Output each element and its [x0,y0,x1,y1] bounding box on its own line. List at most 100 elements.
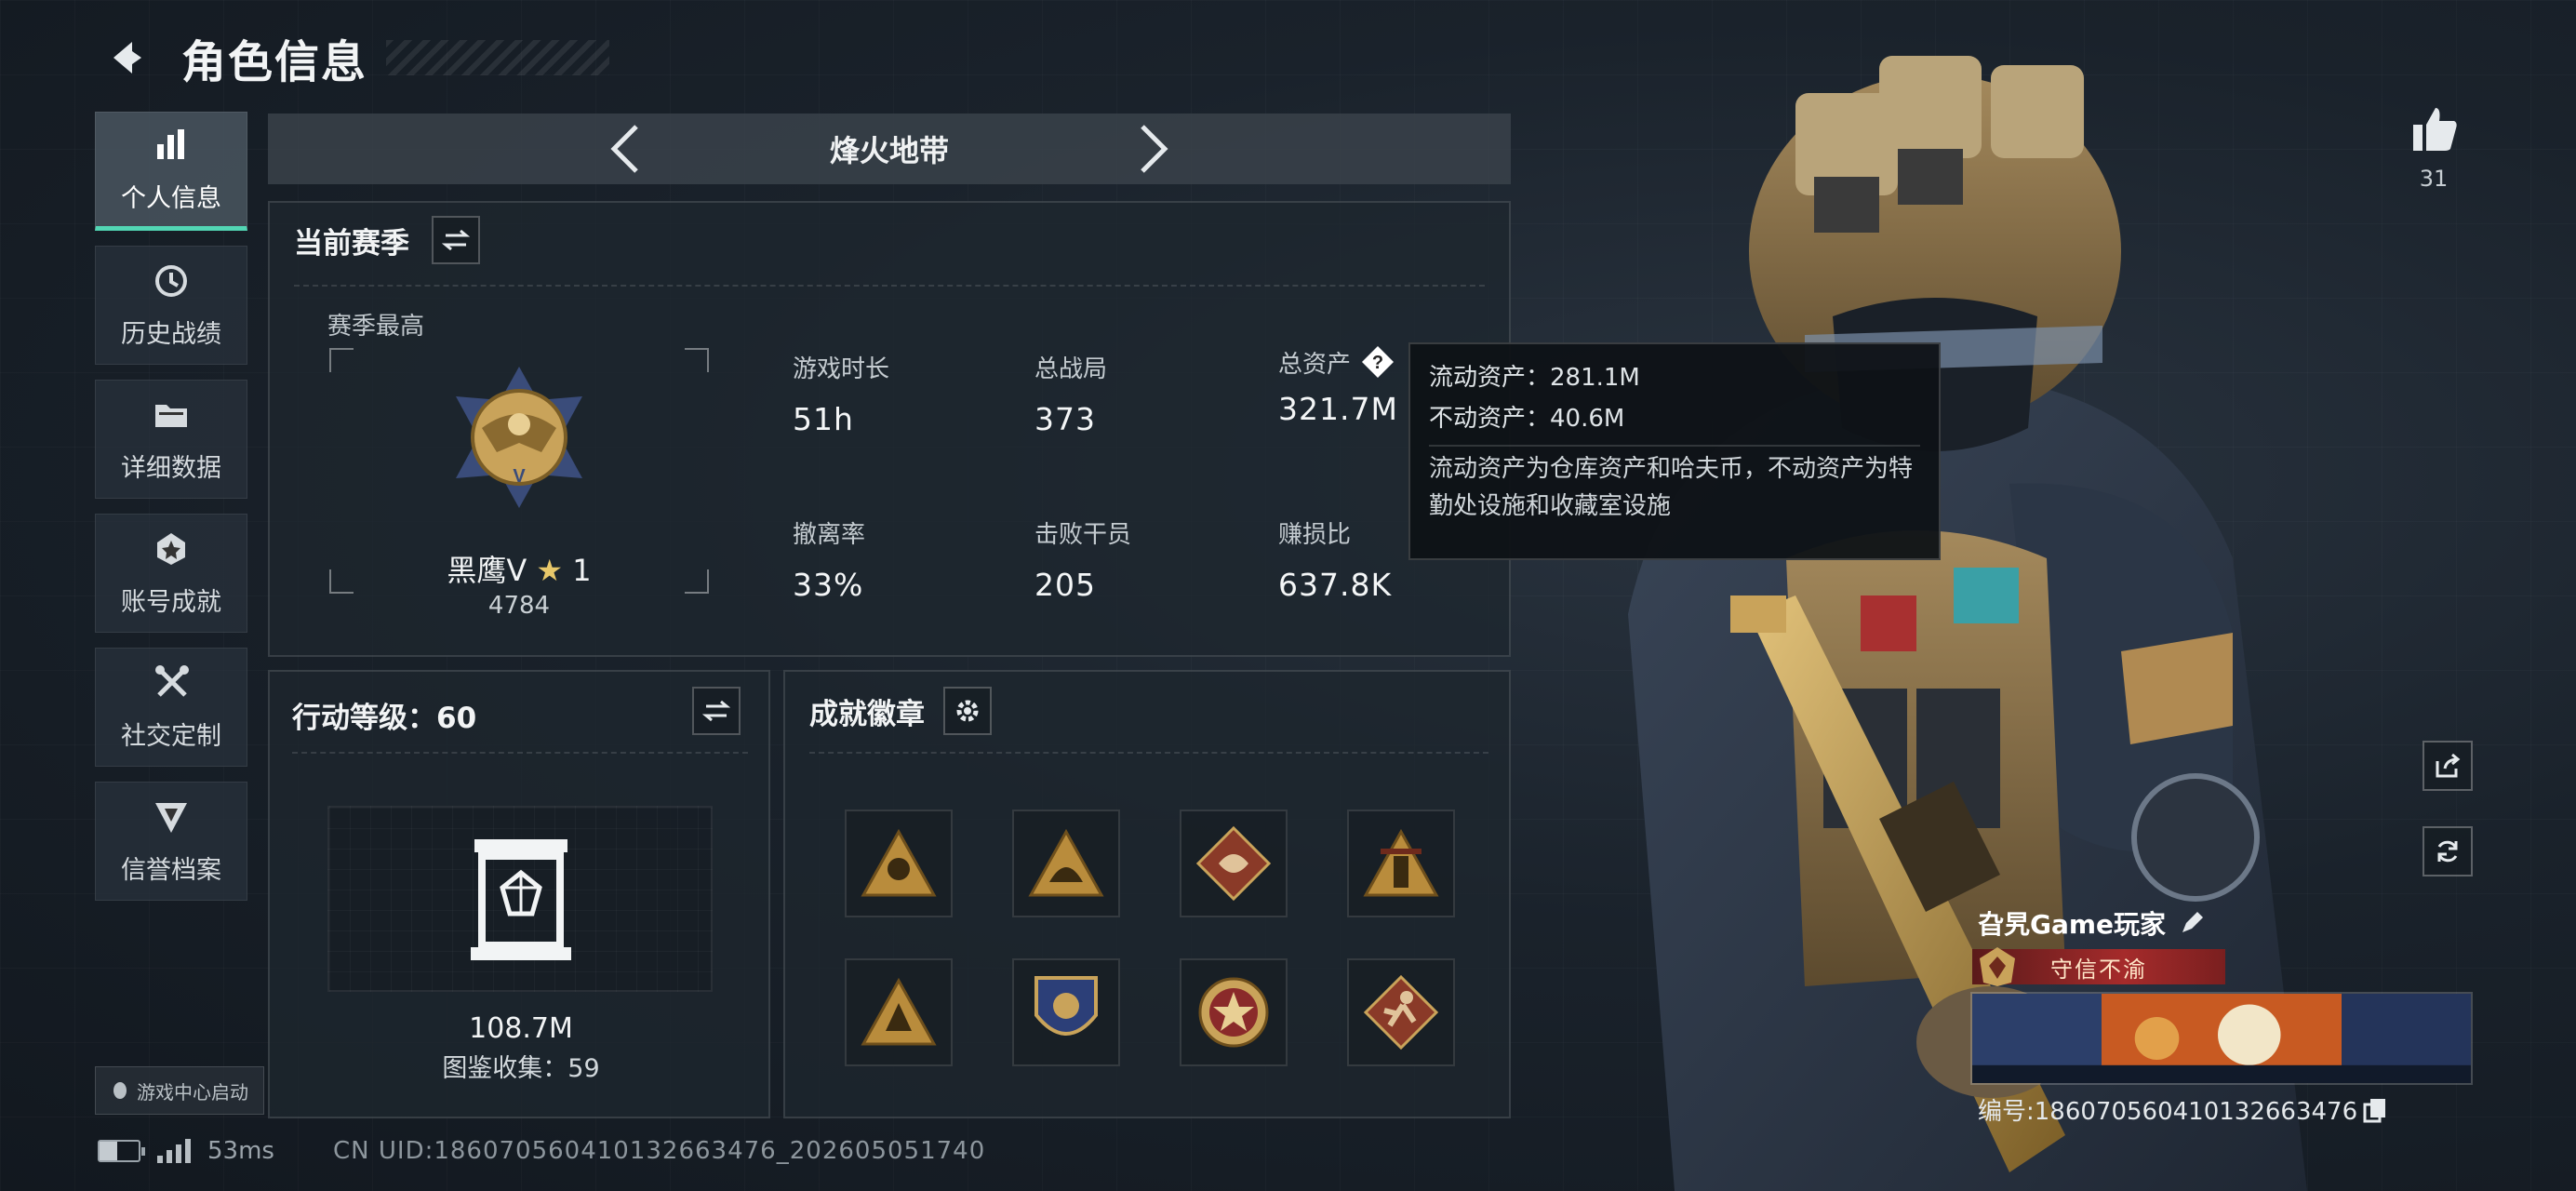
mode-selector: 烽火地带 [268,114,1511,184]
game-center-launch-button[interactable]: 游戏中心启动 [95,1066,264,1115]
chevron-left-icon [610,125,638,173]
soldier-badge-icon [861,828,937,897]
back-button[interactable] [98,30,153,86]
sidebar-item-personal-info[interactable]: 个人信息 [95,112,247,231]
honor-emblem-icon [1980,947,2015,986]
credit-icon [155,802,187,833]
star-icon: ★ [536,553,564,588]
season-title: 当前赛季 [294,226,409,261]
tower-badge-icon [1363,828,1439,897]
collection-count: 图鉴收集：59 [442,1054,600,1083]
svg-text:?: ? [1372,353,1383,373]
star-badge-icon [1198,977,1269,1048]
stat-play-time: 游戏时长 51h [793,350,889,437]
page-title: 角色信息 [181,36,368,88]
badge-shield[interactable] [1012,958,1120,1066]
stat-label: 游戏时长 [793,355,890,383]
sidebar-item-label: 详细数据 [121,453,221,483]
sidebar-item-label: 账号成就 [121,587,221,617]
like-widget[interactable]: 31 [2387,102,2480,192]
sidebar-item-detailed-data[interactable]: 详细数据 [95,380,247,499]
current-season-panel: 当前赛季 赛季最高 V 黑鹰V ★ 1 4784 游戏时长 51h 总战局 37… [268,201,1511,657]
rank-stars: 1 [572,553,592,588]
history-icon [155,264,187,297]
stat-value: 373 [1034,401,1096,437]
tooltip-description: 流动资产为仓库资产和哈夫币，不动资产为特勤处设施和收藏室设施 [1429,455,1914,520]
badge-helmet[interactable] [1012,810,1120,917]
swap-icon [442,229,470,251]
badges-header: 成就徽章 [809,687,992,735]
stat-value: 637.8K [1278,567,1393,603]
helmet-badge-icon [1028,828,1104,897]
battery-icon [98,1140,145,1162]
badge-soldier[interactable] [845,810,953,917]
stat-label: 撤离率 [793,521,866,549]
stat-label: 赚损比 [1278,521,1352,549]
badge-star[interactable] [1180,958,1288,1066]
collection-display[interactable] [327,806,713,992]
dragon-badge-icon [1195,825,1272,902]
stat-extraction-rate: 撤离率 33% [793,515,865,603]
player-id-row: 编号:18607056041013266347​6 [1978,1092,2387,1127]
badge-triangle[interactable] [845,958,953,1066]
runner-badge-icon [1363,974,1439,1050]
badges-title: 成就徽章 [809,697,925,731]
stat-label: 总战局 [1034,355,1108,383]
divider [809,752,1488,761]
player-name-row: 旮旯Game玩家 [1978,904,2205,942]
sidebar-item-achievements[interactable]: 账号成就 [95,514,247,633]
triangle-badge-icon [861,977,937,1046]
badges-settings-button[interactable] [943,687,992,735]
stat-value: 205 [1034,567,1096,603]
level-switch-button[interactable] [692,687,741,735]
help-icon[interactable]: ? [1360,344,1395,380]
thumbs-up-icon [2413,108,2457,151]
stat-value: 51h [793,401,854,437]
refresh-button[interactable] [2423,826,2473,877]
achievement-icon [157,532,185,565]
collection-value: 108.7M [469,1012,573,1045]
svg-text:V: V [513,466,526,487]
stat-label: 总资产 [1278,350,1352,379]
sidebar-item-label: 信誉档案 [121,855,221,885]
page-header: 角色信息 [98,20,610,95]
divider [292,752,748,761]
mode-prev-button[interactable] [601,121,647,177]
player-name: 旮旯Game玩家 [1978,909,2167,940]
season-header: 当前赛季 [294,216,480,264]
sidebar-item-label: 历史战绩 [121,319,221,349]
action-level-panel: 行动等级：60 108.7M 图鉴收集：59 [268,670,770,1118]
mode-next-button[interactable] [1131,121,1178,177]
game-center-launch-label: 游戏中心启动 [137,1080,248,1104]
stat-profit-loss-ratio: 赚损比 637.8K [1278,515,1392,603]
badge-runner[interactable] [1347,958,1455,1066]
tooltip-divider [1429,445,1920,447]
uid-text: CN UID:18607056041013266347​6_2026050517… [333,1137,986,1165]
edit-icon[interactable] [2179,910,2205,936]
folder-icon [155,404,187,427]
rank-emblem-icon: V [456,367,582,508]
sidebar-item-credit-record[interactable]: 信誉档案 [95,782,247,901]
back-arrow-icon [113,42,141,74]
tools-icon [155,664,189,697]
season-highest-label: 赛季最高 [327,313,425,341]
sidebar-item-history[interactable]: 历史战绩 [95,246,247,365]
like-count: 31 [2419,166,2449,192]
stat-value: 33% [793,567,864,603]
assets-tooltip: 流动资产：281.1M 不动资产：40.6M 流动资产为仓库资产和哈夫币，不动资… [1408,342,1941,560]
badge-dragon[interactable] [1180,810,1288,917]
copy-icon[interactable] [2363,1097,2387,1123]
qq-penguin-icon [113,1082,127,1099]
device-status: 53ms [98,1137,274,1165]
share-button[interactable] [2423,741,2473,791]
tooltip-liquid-assets: 流动资产：281.1M [1429,364,1640,392]
badge-tower[interactable] [1347,810,1455,917]
season-switch-button[interactable] [432,216,480,264]
stat-total-matches: 总战局 373 [1034,350,1107,437]
divider [294,285,1485,294]
sidebar-item-social-custom[interactable]: 社交定制 [95,648,247,767]
stat-operators-defeated: 击败干员 205 [1034,515,1131,603]
refresh-icon [2437,840,2458,863]
signal-icon [157,1139,191,1163]
stat-label: 击败干员 [1034,521,1132,549]
